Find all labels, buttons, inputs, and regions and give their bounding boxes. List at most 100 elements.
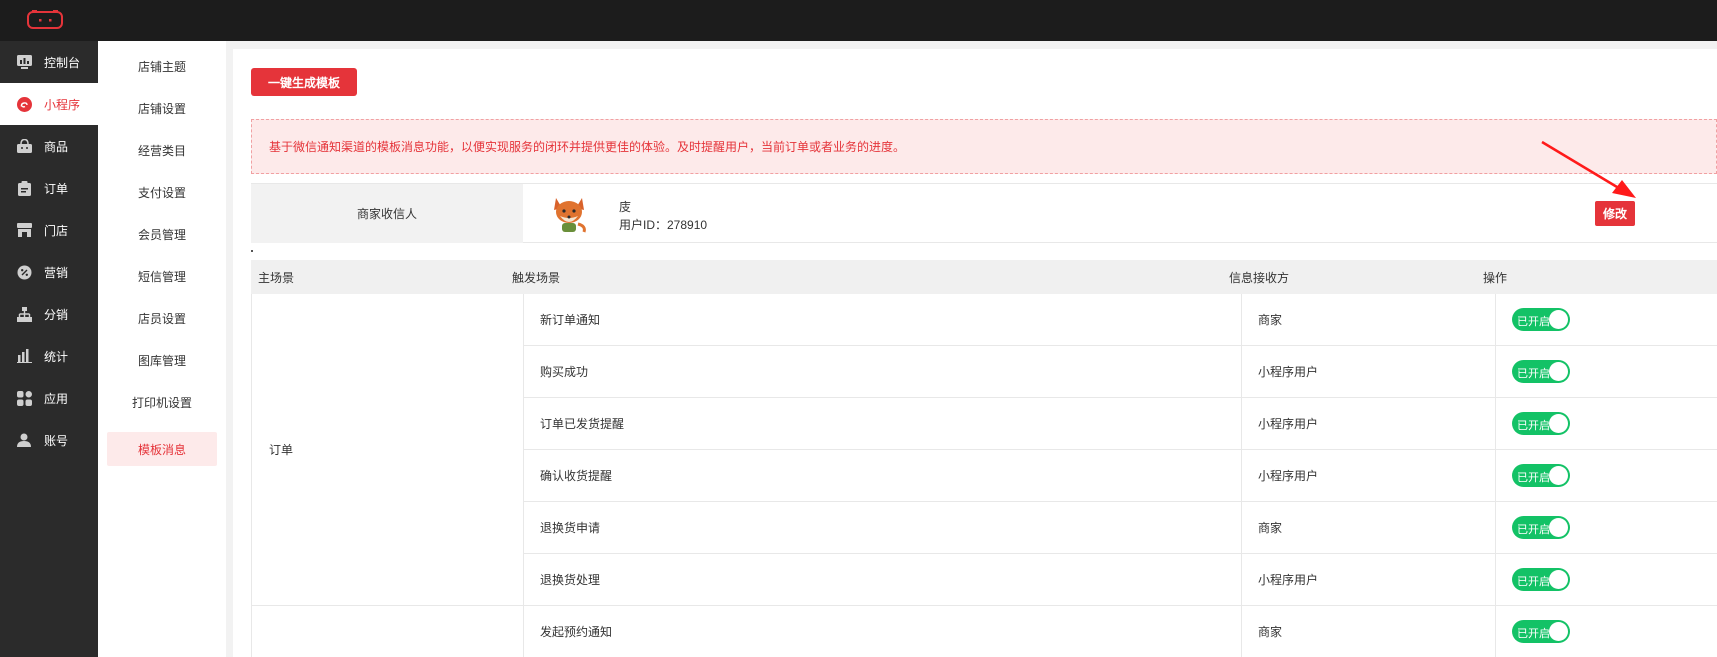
enable-toggle[interactable]: 已开启 — [1512, 516, 1570, 539]
action-cell: 已开启 — [1496, 606, 1717, 657]
trigger-scene-cell: 退换货申请 — [540, 521, 601, 535]
action-cell: 已开启 — [1496, 502, 1717, 553]
apps-grid-icon — [16, 390, 32, 406]
subnav-item-business-categories[interactable]: 经营类目 — [107, 133, 217, 167]
receiver-cell: 商家 — [1241, 502, 1496, 553]
subnav-item-gallery-management[interactable]: 图库管理 — [107, 343, 217, 377]
subnav-item-printer-settings[interactable]: 打印机设置 — [107, 385, 217, 419]
table-row: 发起预约通知 商家 已开启 — [524, 606, 1717, 657]
nav-item-stores[interactable]: 门店 — [0, 209, 98, 251]
annotation-arrow — [1541, 140, 1636, 198]
nav-item-dashboard[interactable]: 控制台 — [0, 41, 98, 83]
nav-label: 商品 — [44, 139, 69, 154]
enable-toggle[interactable]: 已开启 — [1512, 360, 1570, 383]
trigger-scene-cell: 退换货处理 — [540, 573, 601, 587]
action-cell: 已开启 — [1496, 450, 1717, 501]
toggle-label: 已开启 — [1517, 628, 1550, 640]
subnav-item-sms-management[interactable]: 短信管理 — [107, 259, 217, 293]
secondary-sidebar: 店铺主题 店铺设置 经营类目 支付设置 会员管理 短信管理 店员设置 图库管理 … — [98, 41, 226, 657]
receiver-name: 庋 — [619, 200, 632, 214]
receiver-cell: 商家 — [1241, 294, 1496, 345]
action-cell: 已开启 — [1496, 346, 1717, 397]
table-row: 退换货处理 小程序用户 已开启 — [524, 554, 1717, 606]
main-content: 一键生成模板 基于微信通知渠道的模板消息功能，以便实现服务的闭环并提供更佳的体验… — [233, 49, 1717, 657]
enable-toggle[interactable]: 已开启 — [1512, 464, 1570, 487]
nav-item-account[interactable]: 账号 — [0, 419, 98, 461]
receiver-cell: 小程序用户 — [1241, 346, 1496, 397]
nav-item-marketing[interactable]: 营销 — [0, 251, 98, 293]
toggle-knob — [1549, 518, 1568, 537]
trigger-scene-cell: 新订单通知 — [540, 313, 601, 327]
merchant-receiver-row: 商家收信人 庋 用户ID：278910 修改 — [251, 183, 1717, 243]
toggle-knob — [1549, 466, 1568, 485]
nav-label: 门店 — [44, 223, 69, 238]
nav-item-orders[interactable]: 订单 — [0, 167, 98, 209]
group-cell-booking — [251, 606, 524, 657]
trigger-scene-cell: 发起预约通知 — [540, 625, 613, 639]
enable-toggle[interactable]: 已开启 — [1512, 308, 1570, 331]
mini-program-icon — [16, 96, 32, 112]
nav-item-mini-program[interactable]: 小程序 — [0, 83, 98, 125]
trigger-scene-cell: 购买成功 — [540, 365, 589, 379]
toggle-label: 已开启 — [1517, 316, 1550, 328]
toggle-knob — [1549, 414, 1568, 433]
subnav-item-payment-settings[interactable]: 支付设置 — [107, 175, 217, 209]
subnav-item-staff-settings[interactable]: 店员设置 — [107, 301, 217, 335]
receiver-cell: 小程序用户 — [1241, 450, 1496, 501]
toggle-knob — [1549, 570, 1568, 589]
distribution-tree-icon — [16, 306, 32, 322]
nav-label: 应用 — [44, 391, 69, 406]
nav-item-statistics[interactable]: 统计 — [0, 335, 98, 377]
header-receiver: 信息接收方 — [1229, 270, 1290, 285]
toggle-knob — [1549, 310, 1568, 329]
receiver-cell: 商家 — [1241, 606, 1496, 657]
bar-chart-icon — [16, 348, 32, 364]
group-cell-order: 订单 — [251, 294, 524, 606]
nav-label: 统计 — [44, 349, 69, 364]
table-row: 购买成功 小程序用户 已开启 — [524, 346, 1717, 398]
generate-template-button[interactable]: 一键生成模板 — [251, 68, 357, 96]
top-bar — [0, 0, 1717, 41]
toggle-label: 已开启 — [1517, 524, 1550, 536]
toggle-label: 已开启 — [1517, 368, 1550, 380]
nav-label: 控制台 — [44, 55, 81, 70]
header-trigger-scene: 触发场景 — [512, 270, 561, 285]
nav-label: 营销 — [44, 265, 69, 280]
avatar — [554, 198, 586, 233]
table-header: 主场景 触发场景 信息接收方 操作 — [251, 260, 1717, 294]
edit-receiver-button[interactable]: 修改 — [1595, 201, 1635, 226]
enable-toggle[interactable]: 已开启 — [1512, 412, 1570, 435]
primary-sidebar: 控制台 小程序 商品 订单 门店 营销 分销 统计 应用 账号 — [0, 41, 98, 657]
nav-item-distribution[interactable]: 分销 — [0, 293, 98, 335]
enable-toggle[interactable]: 已开启 — [1512, 568, 1570, 591]
table-row: 确认收货提醒 小程序用户 已开启 — [524, 450, 1717, 502]
table-row: 新订单通知 商家 已开启 — [524, 294, 1717, 346]
user-icon — [16, 432, 32, 448]
header-main-scene: 主场景 — [258, 270, 295, 285]
table-body: 订单 新订单通知 商家 已开启 购买成功 小程序用户 已开启 订单已发货提醒 小… — [251, 294, 1717, 657]
nav-item-apps[interactable]: 应用 — [0, 377, 98, 419]
receiver-label: 商家收信人 — [251, 184, 523, 243]
action-cell: 已开启 — [1496, 294, 1717, 345]
toggle-label: 已开启 — [1517, 576, 1550, 588]
subnav-item-template-messages[interactable]: 模板消息 — [107, 432, 217, 466]
trigger-scene-cell: 订单已发货提醒 — [540, 417, 625, 431]
toggle-label: 已开启 — [1517, 472, 1550, 484]
enable-toggle[interactable]: 已开启 — [1512, 620, 1570, 643]
action-cell: 已开启 — [1496, 554, 1717, 605]
nav-label: 小程序 — [44, 97, 81, 112]
receiver-cell: 小程序用户 — [1241, 554, 1496, 605]
subnav-item-member-management[interactable]: 会员管理 — [107, 217, 217, 251]
nav-item-products[interactable]: 商品 — [0, 125, 98, 167]
toggle-knob — [1549, 362, 1568, 381]
subnav-item-shop-theme[interactable]: 店铺主题 — [107, 49, 217, 83]
marketing-gear-icon — [16, 264, 32, 280]
nav-label: 分销 — [44, 307, 69, 322]
brand-logo[interactable] — [26, 10, 66, 30]
subnav-item-shop-settings[interactable]: 店铺设置 — [107, 91, 217, 125]
receiver-cell: 小程序用户 — [1241, 398, 1496, 449]
header-action: 操作 — [1483, 270, 1508, 285]
order-clipboard-icon — [16, 180, 32, 196]
shopping-bag-icon — [16, 138, 32, 154]
trigger-scene-cell: 确认收货提醒 — [540, 469, 613, 483]
